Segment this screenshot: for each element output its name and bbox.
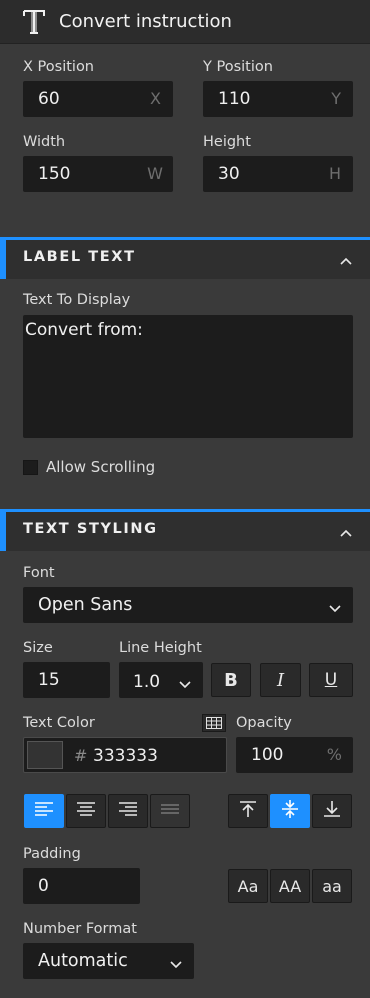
opacity-value: 100 xyxy=(251,745,284,765)
padding-value: 0 xyxy=(38,876,49,896)
color-value: 333333 xyxy=(93,746,158,766)
underline-button[interactable]: U xyxy=(309,663,353,697)
text-to-display-value: Convert from: xyxy=(25,320,143,340)
bold-button[interactable]: B xyxy=(211,663,251,697)
padding-label: Padding xyxy=(23,846,81,862)
case-upper-label: AA xyxy=(278,876,302,896)
section-accent-bar xyxy=(0,512,6,551)
number-format-label: Number Format xyxy=(23,921,137,937)
valign-middle-button[interactable] xyxy=(270,794,310,828)
text-styling-section-header[interactable]: TEXT STYLING xyxy=(0,509,370,551)
label-text-section-header[interactable]: LABEL TEXT xyxy=(0,237,370,279)
text-tool-icon xyxy=(22,9,46,35)
italic-icon: I xyxy=(276,669,285,691)
case-lower-label: aa xyxy=(322,876,342,896)
line-height-select[interactable]: 1.0 xyxy=(119,662,203,698)
h-suffix: H xyxy=(328,164,341,183)
align-left-button[interactable] xyxy=(24,794,64,828)
text-color-label: Text Color xyxy=(23,715,95,731)
y-position-value: 110 xyxy=(218,89,251,109)
size-field[interactable]: 15 xyxy=(23,662,110,698)
text-to-display-input[interactable]: Convert from: xyxy=(23,315,353,438)
height-label: Height xyxy=(203,134,251,150)
font-select[interactable]: Open Sans xyxy=(23,587,353,623)
y-position-label: Y Position xyxy=(203,59,273,75)
align-bottom-icon xyxy=(322,800,342,822)
chevron-down-icon xyxy=(179,675,191,694)
padding-field[interactable]: 0 xyxy=(23,868,140,904)
align-justify-button[interactable] xyxy=(150,794,190,828)
x-suffix: X xyxy=(150,89,161,108)
valign-bottom-button[interactable] xyxy=(312,794,352,828)
allow-scrolling-checkbox[interactable] xyxy=(23,460,38,475)
text-color-field[interactable]: # 333333 xyxy=(23,737,227,773)
text-styling-title: TEXT STYLING xyxy=(23,521,158,537)
align-center-button[interactable] xyxy=(66,794,106,828)
chevron-up-icon[interactable] xyxy=(340,525,352,537)
label-text-title: LABEL TEXT xyxy=(23,249,136,265)
allow-scrolling-label: Allow Scrolling xyxy=(46,458,156,476)
case-upper-button[interactable]: AA xyxy=(270,869,310,903)
color-palette-icon[interactable] xyxy=(202,714,226,732)
align-center-icon xyxy=(76,801,96,821)
chevron-down-icon xyxy=(329,599,341,618)
line-height-label: Line Height xyxy=(119,640,202,656)
bold-icon: B xyxy=(224,669,238,691)
align-right-icon xyxy=(118,801,138,821)
font-label: Font xyxy=(23,565,55,581)
chevron-down-icon xyxy=(170,955,182,974)
italic-button[interactable]: I xyxy=(260,663,301,697)
case-sentence-button[interactable]: Aa xyxy=(228,869,268,903)
text-to-display-label: Text To Display xyxy=(23,292,131,308)
width-field[interactable]: 150 W xyxy=(23,156,173,192)
font-value: Open Sans xyxy=(38,595,133,615)
color-hash: # xyxy=(74,746,88,765)
line-height-value: 1.0 xyxy=(133,672,161,692)
y-position-field[interactable]: 110 Y xyxy=(203,81,353,117)
size-value: 15 xyxy=(38,670,60,690)
case-lower-button[interactable]: aa xyxy=(312,869,352,903)
panel-title: Convert instruction xyxy=(59,11,232,32)
x-position-value: 60 xyxy=(38,89,60,109)
case-sentence-label: Aa xyxy=(237,876,259,896)
opacity-suffix: % xyxy=(326,745,342,764)
color-swatch[interactable] xyxy=(27,741,63,769)
section-accent-bar xyxy=(0,240,6,279)
width-label: Width xyxy=(23,134,66,150)
align-top-icon xyxy=(238,800,258,822)
x-position-label: X Position xyxy=(23,59,94,75)
underline-icon: U xyxy=(324,670,338,690)
number-format-value: Automatic xyxy=(38,951,128,971)
align-left-icon xyxy=(34,801,54,821)
y-suffix: Y xyxy=(331,89,341,108)
opacity-field[interactable]: 100 % xyxy=(236,737,353,773)
number-format-select[interactable]: Automatic xyxy=(23,943,194,979)
chevron-up-icon[interactable] xyxy=(340,253,352,265)
x-position-field[interactable]: 60 X xyxy=(23,81,173,117)
panel-header: Convert instruction xyxy=(0,0,370,44)
height-field[interactable]: 30 H xyxy=(203,156,353,192)
valign-top-button[interactable] xyxy=(228,794,268,828)
opacity-label: Opacity xyxy=(236,715,292,731)
w-suffix: W xyxy=(147,164,163,183)
height-value: 30 xyxy=(218,164,240,184)
size-label: Size xyxy=(23,640,53,656)
align-right-button[interactable] xyxy=(108,794,148,828)
align-justify-icon xyxy=(160,801,180,821)
width-value: 150 xyxy=(38,164,71,184)
align-middle-icon xyxy=(280,799,300,823)
